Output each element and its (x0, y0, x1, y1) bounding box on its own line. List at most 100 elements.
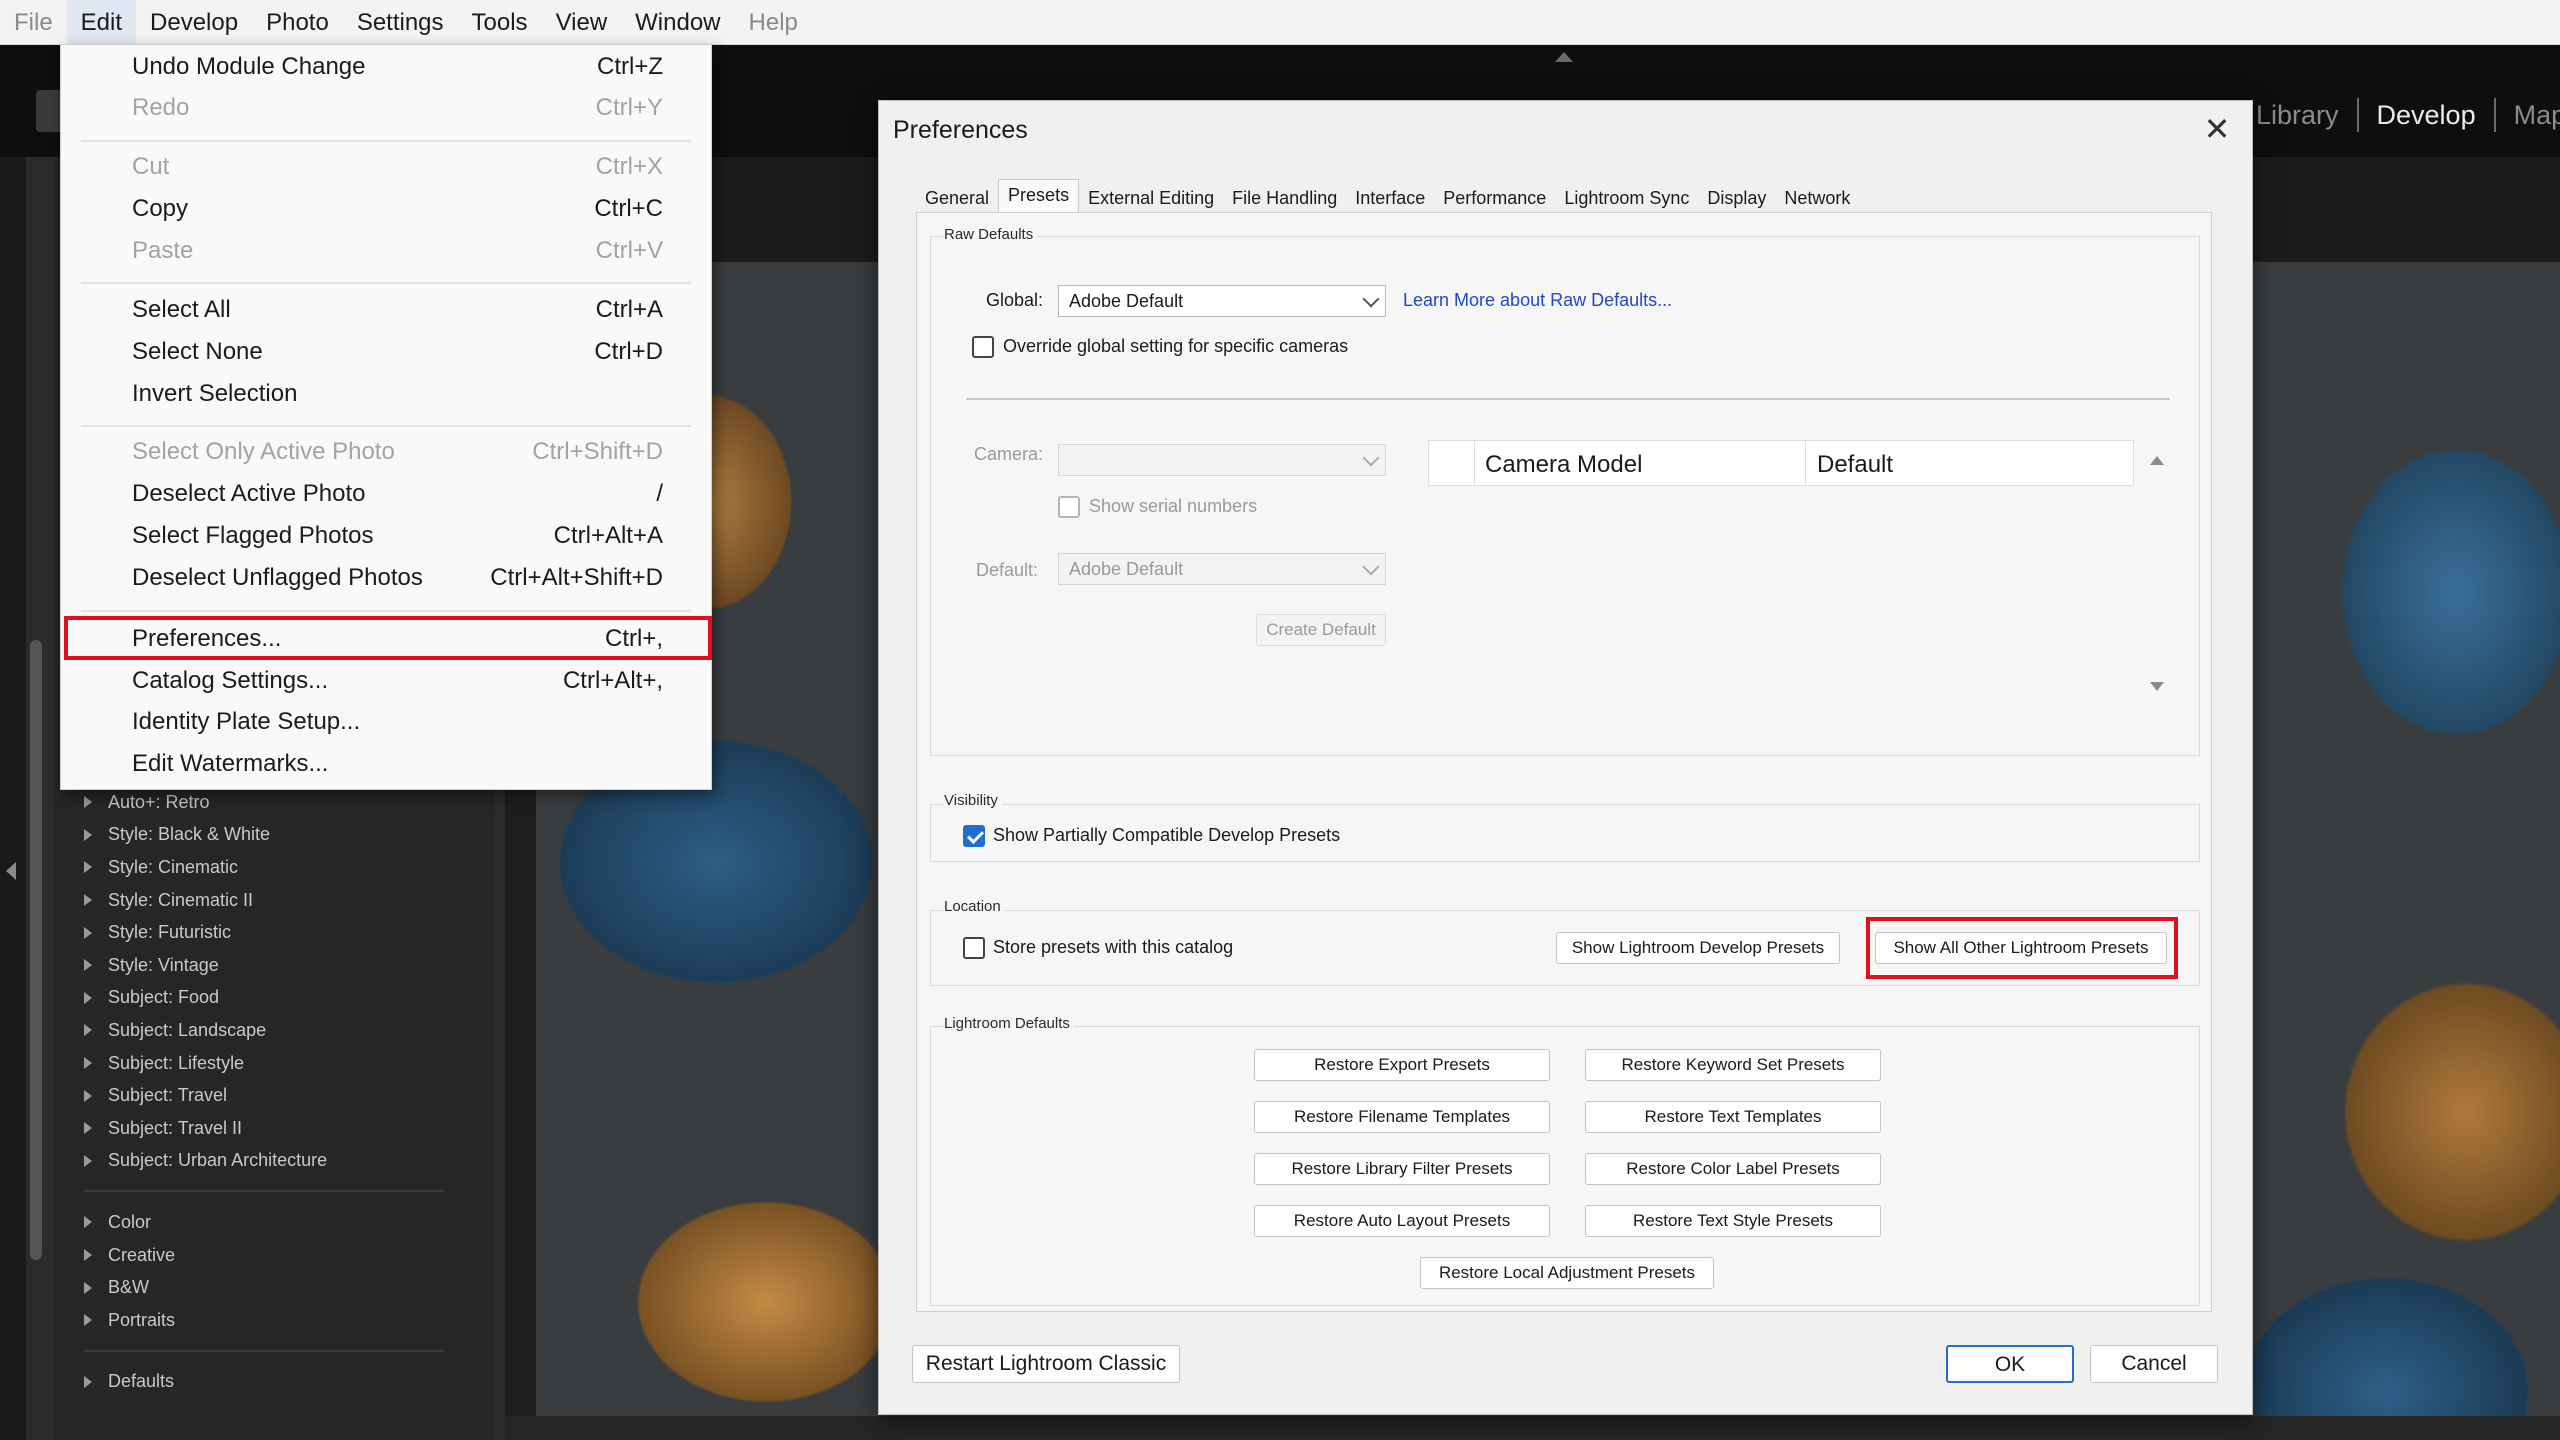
cancel-button[interactable]: Cancel (2090, 1345, 2218, 1383)
expand-triangle-icon (84, 1375, 92, 1388)
ok-button[interactable]: OK (1946, 1345, 2074, 1383)
menu-window[interactable]: Window (621, 0, 734, 45)
menu-item-cut[interactable]: Cut Ctrl+X (61, 147, 711, 187)
menu-item-invert-selection[interactable]: Invert Selection (61, 374, 711, 414)
tab-display[interactable]: Display (1698, 184, 1775, 212)
preset-group[interactable]: Defaults (84, 1366, 484, 1399)
menu-file[interactable]: File (0, 0, 67, 45)
collapse-left-panel-icon[interactable] (6, 862, 16, 880)
restore-filename-templates-button[interactable]: Restore Filename Templates (1254, 1101, 1550, 1133)
preset-group[interactable]: Subject: Travel (84, 1079, 484, 1112)
preset-group[interactable]: B&W (84, 1271, 484, 1304)
preset-group-label: Subject: Urban Architecture (108, 1150, 328, 1171)
group-title: Visibility (944, 792, 1002, 809)
menu-item-select-all[interactable]: Select All Ctrl+A (61, 290, 711, 330)
preset-group[interactable]: Color (84, 1206, 484, 1239)
menu-help[interactable]: Help (735, 0, 812, 45)
menu-item-copy[interactable]: Copy Ctrl+C (61, 189, 711, 229)
preset-group[interactable]: Style: Black & White (84, 819, 484, 852)
preset-group[interactable]: Style: Cinematic (84, 851, 484, 884)
tab-file-handling[interactable]: File Handling (1223, 184, 1346, 212)
preset-group[interactable]: Style: Futuristic (84, 916, 484, 949)
restore-auto-layout-presets-button[interactable]: Restore Auto Layout Presets (1254, 1205, 1550, 1237)
preset-group[interactable]: Style: Cinematic II (84, 884, 484, 917)
scroll-down-icon[interactable] (2150, 682, 2164, 691)
show-serial-label: Show serial numbers (1089, 496, 1258, 516)
menu-item-deselect-active[interactable]: Deselect Active Photo / (61, 474, 711, 514)
camera-select[interactable] (1058, 444, 1386, 476)
restart-lightroom-button[interactable]: Restart Lightroom Classic (912, 1345, 1180, 1383)
menu-item-label: Select All (132, 296, 231, 323)
menu-item-shortcut: Ctrl+Z (597, 53, 663, 80)
menu-item-select-none[interactable]: Select None Ctrl+D (61, 332, 711, 372)
menu-separator (81, 610, 691, 612)
close-icon[interactable]: ✕ (2202, 112, 2232, 146)
tab-external-editing[interactable]: External Editing (1079, 184, 1223, 212)
default-select[interactable]: Adobe Default (1058, 553, 1386, 585)
menu-edit[interactable]: Edit (66, 0, 137, 45)
menu-item-label: Invert Selection (132, 380, 298, 407)
collapse-top-panel-icon[interactable] (1555, 52, 1573, 62)
expand-triangle-icon (84, 1122, 92, 1135)
column-header-camera-model[interactable]: Camera Model (1485, 451, 1642, 479)
tab-performance[interactable]: Performance (1434, 184, 1555, 212)
global-label: Global: (986, 290, 1044, 310)
restore-text-style-presets-button[interactable]: Restore Text Style Presets (1585, 1205, 1881, 1237)
menu-view[interactable]: View (542, 0, 622, 45)
tab-network[interactable]: Network (1775, 184, 1859, 212)
module-map[interactable]: Map (2514, 100, 2560, 131)
module-develop[interactable]: Develop (2377, 100, 2476, 131)
restore-color-label-presets-button[interactable]: Restore Color Label Presets (1585, 1153, 1881, 1185)
preset-group[interactable]: Auto+: Retro (84, 786, 484, 819)
menu-photo[interactable]: Photo (252, 0, 343, 45)
learn-more-link[interactable]: Learn More about Raw Defaults... (1403, 290, 1672, 311)
menu-item-select-flagged[interactable]: Select Flagged Photos Ctrl+Alt+A (61, 516, 711, 556)
expand-triangle-icon (84, 1154, 92, 1167)
module-separator (2493, 98, 2496, 132)
left-panel-scrollbar[interactable] (30, 640, 42, 1260)
tab-presets[interactable]: Presets (998, 179, 1080, 212)
create-default-button[interactable]: Create Default (1256, 614, 1386, 646)
menu-item-deselect-unflagged[interactable]: Deselect Unflagged Photos Ctrl+Alt+Shift+… (61, 558, 711, 598)
expand-triangle-icon (84, 926, 92, 939)
module-library[interactable]: Library (2256, 100, 2339, 131)
preset-group[interactable]: Subject: Urban Architecture (84, 1145, 484, 1178)
chevron-down-icon (1362, 290, 1380, 308)
menu-settings[interactable]: Settings (343, 0, 458, 45)
restore-keyword-set-presets-button[interactable]: Restore Keyword Set Presets (1585, 1049, 1881, 1081)
menu-tools[interactable]: Tools (458, 0, 542, 45)
menu-item-redo[interactable]: Redo Ctrl+Y (61, 88, 711, 128)
menu-item-paste[interactable]: Paste Ctrl+V (61, 231, 711, 271)
scroll-up-icon[interactable] (2150, 456, 2164, 465)
preset-group[interactable]: Subject: Travel II (84, 1112, 484, 1145)
column-header-default[interactable]: Default (1817, 451, 1893, 479)
tab-lightroom-sync[interactable]: Lightroom Sync (1555, 184, 1698, 212)
preset-group[interactable]: Subject: Food (84, 982, 484, 1015)
restore-export-presets-button[interactable]: Restore Export Presets (1254, 1049, 1550, 1081)
restore-local-adjustment-presets-button[interactable]: Restore Local Adjustment Presets (1420, 1257, 1714, 1289)
expand-triangle-icon (84, 991, 92, 1004)
preset-group[interactable]: Subject: Landscape (84, 1014, 484, 1047)
menu-develop[interactable]: Develop (136, 0, 252, 45)
preset-group[interactable]: Portraits (84, 1304, 484, 1337)
restore-text-templates-button[interactable]: Restore Text Templates (1585, 1101, 1881, 1133)
menu-item-select-only-active[interactable]: Select Only Active Photo Ctrl+Shift+D (61, 432, 711, 472)
menu-item-catalog-settings[interactable]: Catalog Settings... Ctrl+Alt+, (61, 661, 711, 701)
menu-item-edit-watermarks[interactable]: Edit Watermarks... (61, 744, 711, 784)
global-select[interactable]: Adobe Default (1058, 285, 1386, 317)
store-presets-checkbox[interactable] (963, 937, 985, 959)
show-partial-checkbox[interactable] (963, 825, 985, 847)
menu-item-identity-plate[interactable]: Identity Plate Setup... (61, 702, 711, 742)
expand-triangle-icon (84, 1024, 92, 1037)
preset-group[interactable]: Style: Vintage (84, 949, 484, 982)
tab-general[interactable]: General (916, 184, 998, 212)
tab-interface[interactable]: Interface (1346, 184, 1434, 212)
preset-group[interactable]: Subject: Lifestyle (84, 1047, 484, 1080)
override-checkbox[interactable] (972, 336, 994, 358)
menu-item-label: Undo Module Change (132, 53, 366, 80)
restore-library-filter-presets-button[interactable]: Restore Library Filter Presets (1254, 1153, 1550, 1185)
show-develop-presets-button[interactable]: Show Lightroom Develop Presets (1556, 932, 1840, 964)
menu-item-undo[interactable]: Undo Module Change Ctrl+Z (61, 47, 711, 87)
preset-group[interactable]: Creative (84, 1239, 484, 1272)
show-serial-checkbox[interactable] (1058, 496, 1080, 518)
